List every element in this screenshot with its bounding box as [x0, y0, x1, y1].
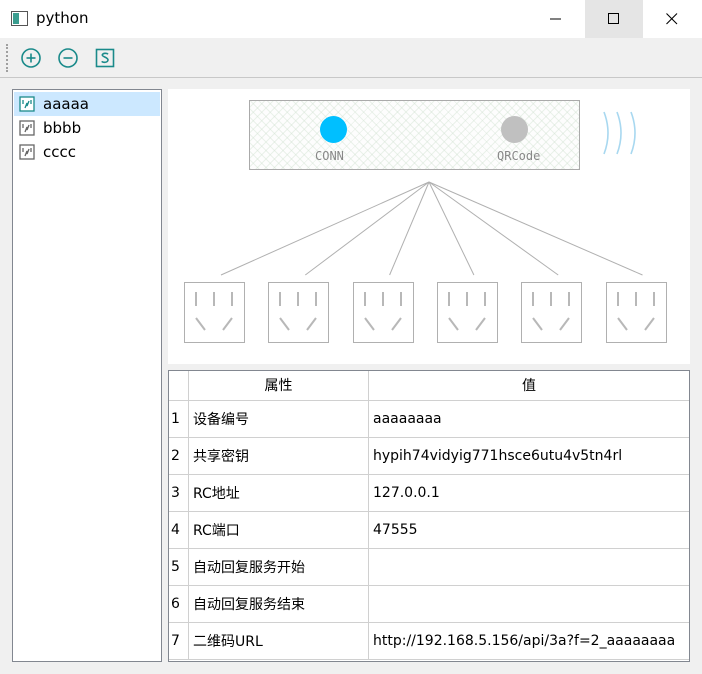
connection-wire	[428, 181, 475, 276]
value-cell[interactable]: 47555	[369, 512, 689, 549]
socket-icon	[605, 282, 667, 343]
device-diagram: CONN QRCode	[168, 89, 690, 364]
value-cell[interactable]: 127.0.0.1	[369, 475, 689, 512]
device-icon	[19, 144, 35, 160]
row-number[interactable]: 1	[169, 401, 189, 438]
connection-wire	[220, 181, 430, 276]
connection-wire	[428, 181, 643, 276]
save-s-icon	[95, 48, 115, 68]
property-table[interactable]: 属性 值 1 设备编号 aaaaaaaa 2 共享密钥 hypih74vidyig771h…	[168, 370, 690, 662]
column-header-property[interactable]: 属性	[189, 371, 369, 401]
list-item-label: bbbb	[43, 119, 82, 137]
value-cell[interactable]	[369, 549, 689, 586]
column-header-value[interactable]: 值	[369, 371, 689, 401]
socket-icon	[268, 282, 330, 343]
list-item-label: aaaaa	[43, 95, 89, 113]
save-button[interactable]	[93, 46, 117, 70]
property-cell[interactable]: RC地址	[189, 475, 369, 512]
list-item[interactable]: cccc	[14, 140, 160, 164]
maximize-button[interactable]	[585, 0, 643, 38]
app-icon	[11, 11, 28, 26]
row-number[interactable]: 2	[169, 438, 189, 475]
property-cell[interactable]: 自动回复服务开始	[189, 549, 369, 586]
socket-icon	[521, 282, 583, 343]
close-button[interactable]	[643, 0, 701, 38]
list-item[interactable]: bbbb	[14, 116, 160, 140]
remove-button[interactable]	[56, 46, 80, 70]
connection-wire	[428, 181, 559, 276]
socket-icon	[184, 282, 245, 343]
device-list[interactable]: aaaaa bbbb cccc	[12, 89, 162, 662]
title-bar: python	[0, 0, 702, 38]
add-button[interactable]	[19, 46, 43, 70]
property-cell[interactable]: 设备编号	[189, 401, 369, 438]
remove-circle-icon	[58, 48, 78, 68]
minimize-button[interactable]	[527, 0, 585, 38]
property-cell[interactable]: RC端口	[189, 512, 369, 549]
value-cell[interactable]	[369, 586, 689, 623]
table-corner	[169, 371, 189, 401]
property-cell[interactable]: 自动回复服务结束	[189, 586, 369, 623]
minimize-icon	[550, 18, 561, 20]
value-cell[interactable]: http://192.168.5.156/api/3a?f=2_aaaaaaaa	[369, 623, 689, 660]
property-cell[interactable]: 共享密钥	[189, 438, 369, 475]
toolbar-grip[interactable]	[6, 44, 8, 72]
socket-icon	[352, 282, 414, 343]
add-circle-icon	[21, 48, 41, 68]
value-cell[interactable]: aaaaaaaa	[369, 401, 689, 438]
window-title: python	[36, 9, 89, 27]
device-icon	[19, 96, 35, 112]
row-number[interactable]: 3	[169, 475, 189, 512]
toolbar	[0, 38, 702, 78]
row-number[interactable]: 5	[169, 549, 189, 586]
row-number[interactable]: 6	[169, 586, 189, 623]
socket-icon	[436, 282, 498, 343]
list-item[interactable]: aaaaa	[14, 92, 160, 116]
maximize-icon	[608, 13, 619, 24]
value-cell[interactable]: hypih74vidyig771hsce6utu4v5tn4rl	[369, 438, 689, 475]
close-icon	[666, 13, 678, 25]
list-item-label: cccc	[43, 143, 76, 161]
connection-wire	[389, 181, 430, 276]
row-number[interactable]: 4	[169, 512, 189, 549]
device-icon	[19, 120, 35, 136]
row-number[interactable]: 7	[169, 623, 189, 660]
property-cell[interactable]: 二维码URL	[189, 623, 369, 660]
